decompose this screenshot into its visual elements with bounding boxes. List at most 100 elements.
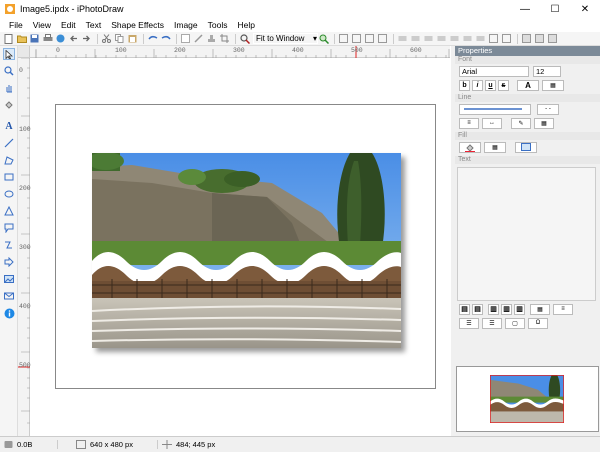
forward-icon[interactable] [81,34,92,44]
mail-tool-icon[interactable] [3,290,15,302]
fill-pattern-select[interactable]: ▦ [484,141,506,153]
line-style-select[interactable] [459,103,531,115]
line-color-select[interactable]: ✎ [511,117,531,129]
brush-icon[interactable] [193,34,204,44]
rectangle-tool-icon[interactable] [3,171,15,183]
line-weight-select[interactable]: ≡ [459,117,479,129]
strikethrough-button[interactable]: s [498,79,509,91]
print-icon[interactable] [42,34,53,44]
text-input[interactable] [457,167,596,301]
stamp-icon[interactable] [206,34,217,44]
text-valign-mid-button[interactable]: ▥ [501,303,512,315]
image-dimensions: 640 x 480 px [90,440,133,449]
open-icon[interactable] [16,34,27,44]
distribute-icon[interactable] [475,34,486,44]
zoom-icon[interactable] [239,33,250,44]
arrow-shape-tool-icon[interactable] [3,256,15,268]
menu-help[interactable]: Help [232,20,259,30]
menu-image[interactable]: Image [169,20,203,30]
more-icon[interactable] [547,34,558,44]
cut-icon[interactable] [101,34,112,44]
edit-icon[interactable] [180,34,191,44]
bring-front-icon[interactable] [521,34,532,44]
zoom-in-icon[interactable] [318,34,329,44]
menu-view[interactable]: View [28,20,56,30]
minimize-button[interactable]: — [510,0,540,18]
text-columns-select[interactable]: ▦ [530,303,550,315]
callout-tool-icon[interactable] [3,222,15,234]
text-align-left-button[interactable]: ▤ [459,303,470,315]
text-indent-select[interactable]: ☰ [482,317,502,329]
image-tool-icon[interactable] [3,273,15,285]
app-icon [5,4,15,14]
menu-file[interactable]: File [4,20,28,30]
navigator-preview[interactable] [456,366,599,432]
align-middle-icon[interactable] [449,34,460,44]
connector-tool-icon[interactable] [3,239,15,251]
undo-icon[interactable] [147,34,158,44]
paste-icon[interactable] [127,34,138,44]
grid-2-icon[interactable] [351,34,362,44]
send-back-icon[interactable] [534,34,545,44]
photo-image[interactable] [92,153,401,348]
bold-button[interactable]: b [459,79,470,91]
polygon-tool-icon[interactable] [3,154,15,166]
line-tool-icon[interactable] [3,137,15,149]
align-left-icon[interactable] [397,34,408,44]
arrowhead-select[interactable]: ↔ [482,117,502,129]
copy-icon[interactable] [114,34,125,44]
zoom-dropdown[interactable]: Fit to Window ▾ [253,33,318,44]
italic-button[interactable]: i [472,79,483,91]
align-right-icon[interactable] [423,34,434,44]
menu-text[interactable]: Text [81,20,107,30]
globe-icon[interactable] [55,34,66,44]
ruler-h-label: 500 [351,47,363,54]
info-tool-icon[interactable] [3,307,15,319]
symbol-select[interactable]: Ω [528,317,548,329]
underline-button[interactable]: u [485,79,496,91]
line-dash-select[interactable]: - - [537,103,559,115]
pointer-tool-icon[interactable] [3,48,15,60]
menu-tools[interactable]: Tools [203,20,233,30]
magnifier-tool-icon[interactable] [3,65,15,77]
line-pattern-select[interactable]: ▦ [534,117,554,129]
save-icon[interactable] [29,34,40,44]
close-button[interactable]: ✕ [570,0,600,18]
text-tool-icon[interactable]: A [3,120,15,132]
align-bottom-icon[interactable] [462,34,473,44]
back-icon[interactable] [68,34,79,44]
redo-icon[interactable] [160,34,171,44]
grid-3-icon[interactable] [364,34,375,44]
grid-icon: ▦ [550,82,556,89]
window-title: Image5.ipdx - iPhotoDraw [20,4,124,14]
new-icon[interactable] [3,33,14,44]
ellipse-tool-icon[interactable] [3,188,15,200]
menu-shape-effects[interactable]: Shape Effects [106,20,169,30]
fill-image-button[interactable] [515,141,537,153]
align-center-icon[interactable] [410,34,421,44]
font-size-select[interactable]: 12 [533,65,561,77]
crop-icon[interactable] [219,34,230,44]
triangle-tool-icon[interactable] [3,205,15,217]
hand-tool-icon[interactable] [3,82,15,94]
text-valign-top-button[interactable]: ▥ [488,303,499,315]
text-list-select[interactable]: ≡ [553,303,573,315]
text-color-button[interactable]: A [517,79,539,91]
grid-1-icon[interactable] [338,34,349,44]
fill-color-select[interactable] [459,141,481,153]
menu-edit[interactable]: Edit [56,20,81,30]
group-icon[interactable] [488,34,499,44]
text-spacing-select[interactable]: ☰ [459,317,479,329]
text-margin-select[interactable]: ▢ [505,317,525,329]
text-layout-button[interactable]: ▦ [542,79,564,91]
maximize-button[interactable]: ☐ [540,0,570,18]
text-valign-bottom-button[interactable]: ▥ [514,303,525,315]
properties-header: Properties [455,46,600,56]
font-family-select[interactable]: Arial [459,65,529,77]
grid-4-icon[interactable] [377,34,388,44]
align-top-icon[interactable] [436,34,447,44]
fill-tool-icon[interactable] [3,99,15,111]
text-align-right-button[interactable]: ▤ [472,303,483,315]
ungroup-icon[interactable] [501,34,512,44]
canvas-area[interactable]: 0 100 200 300 400 500 600 0 100 200 300 … [18,46,451,436]
